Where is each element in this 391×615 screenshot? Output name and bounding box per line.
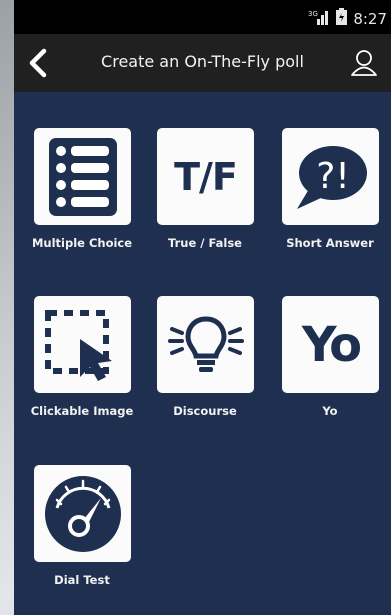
poll-type-dial-test[interactable] (34, 465, 131, 562)
user-profile-button[interactable] (349, 48, 379, 78)
label-dial-test: Dial Test (54, 573, 110, 587)
app-bar: Create an On-The-Fly poll (14, 34, 391, 92)
lightbulb-icon (167, 315, 244, 372)
label-discourse: Discourse (173, 404, 237, 418)
dial-gauge-icon (44, 475, 121, 552)
signal-icon: 3G (308, 9, 330, 29)
label-short-answer: Short Answer (286, 236, 374, 250)
poll-type-yo[interactable]: Yo (282, 296, 379, 393)
label-yo: Yo (322, 404, 338, 418)
network-label: 3G (308, 10, 318, 18)
poll-type-true-false[interactable]: T/F (157, 128, 254, 225)
label-clickable-image: Clickable Image (30, 404, 134, 418)
poll-type-discourse[interactable] (157, 296, 254, 393)
poll-type-short-answer[interactable]: ?! (282, 128, 379, 225)
yo-icon: Yo (301, 316, 362, 373)
short-answer-icon-text: ?! (316, 156, 350, 197)
status-time: 8:27 (353, 9, 387, 28)
poll-type-multiple-choice[interactable] (34, 128, 131, 225)
status-right: 3G 8:27 (308, 8, 387, 29)
speech-bubble-icon: ?! (296, 145, 367, 209)
label-true-false: True / False (168, 236, 242, 250)
label-multiple-choice: Multiple Choice (31, 236, 133, 250)
cursor-select-icon (44, 309, 112, 381)
page-title: Create an On-The-Fly poll (101, 52, 304, 71)
list-icon (48, 137, 117, 216)
battery-icon (336, 8, 348, 29)
true-false-icon: T/F (174, 154, 238, 199)
status-bar: 3G 8:27 (14, 0, 391, 34)
phone-screen: 3G 8:27 Create an On-The-Fly poll Multip… (14, 0, 391, 615)
user-icon (351, 50, 377, 76)
poll-type-clickable-image[interactable] (34, 296, 131, 393)
